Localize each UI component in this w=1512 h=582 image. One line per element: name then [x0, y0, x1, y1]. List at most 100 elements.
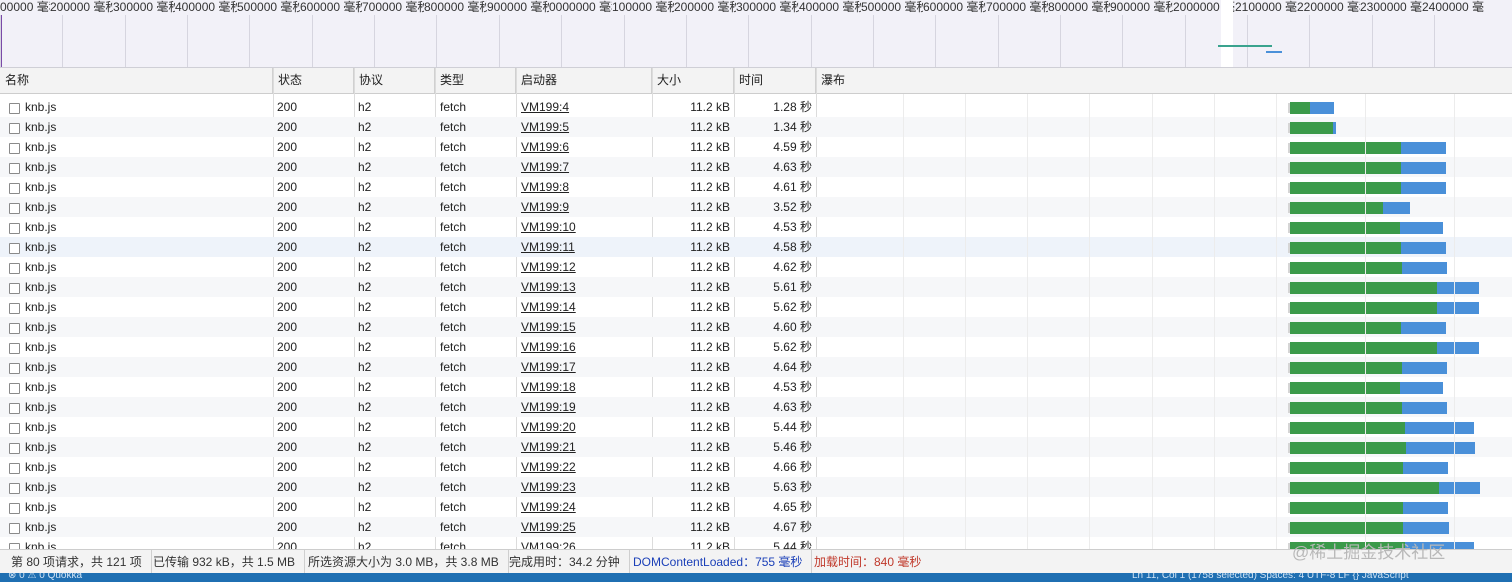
waterfall-waiting-bar[interactable]: [1290, 402, 1402, 414]
waterfall-waiting-bar[interactable]: [1290, 302, 1437, 314]
request-name[interactable]: knb.js: [25, 277, 56, 297]
waterfall-download-bar[interactable]: [1401, 162, 1446, 174]
request-name[interactable]: knb.js: [25, 117, 56, 137]
waterfall-waiting-bar[interactable]: [1290, 442, 1406, 454]
waterfall-waiting-bar[interactable]: [1290, 362, 1402, 374]
waterfall-waiting-bar[interactable]: [1290, 182, 1401, 194]
request-name[interactable]: knb.js: [25, 197, 56, 217]
request-name[interactable]: knb.js: [25, 497, 56, 517]
waterfall-download-bar[interactable]: [1400, 222, 1443, 234]
request-row[interactable]: knb.js 200 h2 fetch VM199:24 11.2 kB 4.65 秒: [0, 497, 1512, 517]
waterfall-download-bar[interactable]: [1401, 242, 1446, 254]
request-checkbox[interactable]: [9, 263, 20, 274]
waterfall-waiting-bar[interactable]: [1290, 422, 1405, 434]
request-row[interactable]: knb.js 200 h2 fetch VM199:26 11.2 kB 5.44 秒: [0, 537, 1512, 549]
waterfall-download-bar[interactable]: [1403, 522, 1449, 534]
request-initiator-link[interactable]: VM199:6: [521, 137, 569, 157]
request-name[interactable]: knb.js: [25, 317, 56, 337]
request-row[interactable]: knb.js 200 h2 fetch VM199:21 11.2 kB 5.46 秒: [0, 437, 1512, 457]
request-initiator-link[interactable]: VM199:12: [521, 257, 576, 277]
waterfall-waiting-bar[interactable]: [1290, 102, 1310, 114]
request-row[interactable]: knb.js 200 h2 fetch VM199:19 11.2 kB 4.63 秒: [0, 397, 1512, 417]
waterfall-download-bar[interactable]: [1437, 302, 1479, 314]
request-checkbox[interactable]: [9, 123, 20, 134]
request-row[interactable]: knb.js 200 h2 fetch VM199:14 11.2 kB 5.62 秒: [0, 297, 1512, 317]
waterfall-download-bar[interactable]: [1402, 362, 1447, 374]
column-header-status[interactable]: 状态: [273, 68, 354, 93]
request-name[interactable]: knb.js: [25, 517, 56, 537]
column-header-time[interactable]: 时间: [734, 68, 816, 93]
column-header-size[interactable]: 大小: [652, 68, 734, 93]
request-name[interactable]: knb.js: [25, 377, 56, 397]
request-name[interactable]: knb.js: [25, 417, 56, 437]
request-initiator-link[interactable]: VM199:22: [521, 457, 576, 477]
request-row[interactable]: knb.js 200 h2 fetch VM199:6 11.2 kB 4.59 秒: [0, 137, 1512, 157]
request-checkbox[interactable]: [9, 103, 20, 114]
request-checkbox[interactable]: [9, 463, 20, 474]
request-checkbox[interactable]: [9, 203, 20, 214]
request-initiator-link[interactable]: VM199:15: [521, 317, 576, 337]
editor-cursor-status[interactable]: Ln 11, Col 1 (1758 selected) Spaces: 4 U…: [1132, 573, 1409, 581]
waterfall-download-bar[interactable]: [1401, 182, 1446, 194]
request-initiator-link[interactable]: VM199:19: [521, 397, 576, 417]
request-initiator-link[interactable]: VM199:10: [521, 217, 576, 237]
request-row[interactable]: knb.js 200 h2 fetch VM199:7 11.2 kB 4.63 秒: [0, 157, 1512, 177]
request-initiator-link[interactable]: VM199:9: [521, 197, 569, 217]
request-checkbox[interactable]: [9, 283, 20, 294]
request-name[interactable]: knb.js: [25, 297, 56, 317]
waterfall-download-bar[interactable]: [1403, 462, 1448, 474]
column-header-protocol[interactable]: 协议: [354, 68, 435, 93]
request-row[interactable]: knb.js 200 h2 fetch VM199:13 11.2 kB 5.61 秒: [0, 277, 1512, 297]
column-header-initiator[interactable]: 启动器: [516, 68, 652, 93]
request-initiator-link[interactable]: VM199:5: [521, 117, 569, 137]
waterfall-download-bar[interactable]: [1437, 282, 1479, 294]
request-initiator-link[interactable]: VM199:25: [521, 517, 576, 537]
waterfall-download-bar[interactable]: [1401, 322, 1446, 334]
waterfall-waiting-bar[interactable]: [1290, 502, 1403, 514]
request-checkbox[interactable]: [9, 223, 20, 234]
waterfall-download-bar[interactable]: [1406, 442, 1475, 454]
request-name[interactable]: knb.js: [25, 177, 56, 197]
request-row[interactable]: knb.js 200 h2 fetch VM199:12 11.2 kB 4.62 秒: [0, 257, 1512, 277]
request-checkbox[interactable]: [9, 503, 20, 514]
request-name[interactable]: knb.js: [25, 257, 56, 277]
column-header-waterfall[interactable]: 瀑布: [816, 68, 1512, 93]
waterfall-waiting-bar[interactable]: [1290, 242, 1401, 254]
request-row[interactable]: knb.js 200 h2 fetch VM199:10 11.2 kB 4.53 秒: [0, 217, 1512, 237]
request-initiator-link[interactable]: VM199:8: [521, 177, 569, 197]
waterfall-waiting-bar[interactable]: [1290, 262, 1402, 274]
request-name[interactable]: knb.js: [25, 337, 56, 357]
request-row[interactable]: knb.js 200 h2 fetch VM199:20 11.2 kB 5.44 秒: [0, 417, 1512, 437]
request-row[interactable]: knb.js 200 h2 fetch VM199:25 11.2 kB 4.67 秒: [0, 517, 1512, 537]
request-initiator-link[interactable]: VM199:13: [521, 277, 576, 297]
request-initiator-link[interactable]: VM199:20: [521, 417, 576, 437]
request-checkbox[interactable]: [9, 143, 20, 154]
waterfall-download-bar[interactable]: [1400, 382, 1443, 394]
waterfall-waiting-bar[interactable]: [1290, 462, 1403, 474]
waterfall-download-bar[interactable]: [1403, 502, 1448, 514]
request-row[interactable]: knb.js 200 h2 fetch VM199:17 11.2 kB 4.64 秒: [0, 357, 1512, 377]
waterfall-waiting-bar[interactable]: [1290, 322, 1401, 334]
request-name[interactable]: knb.js: [25, 137, 56, 157]
request-checkbox[interactable]: [9, 443, 20, 454]
request-name[interactable]: knb.js: [25, 537, 56, 549]
request-name[interactable]: knb.js: [25, 477, 56, 497]
request-checkbox[interactable]: [9, 183, 20, 194]
request-checkbox[interactable]: [9, 423, 20, 434]
waterfall-download-bar[interactable]: [1437, 342, 1479, 354]
request-name[interactable]: knb.js: [25, 357, 56, 377]
request-name[interactable]: knb.js: [25, 437, 56, 457]
waterfall-waiting-bar[interactable]: [1290, 202, 1383, 214]
request-checkbox[interactable]: [9, 303, 20, 314]
request-name[interactable]: knb.js: [25, 397, 56, 417]
request-checkbox[interactable]: [9, 343, 20, 354]
request-list[interactable]: knb.js 200 h2 fetch VM199:4 11.2 kB 1.28 秒 knb.…: [0, 94, 1512, 549]
waterfall-download-bar[interactable]: [1402, 402, 1447, 414]
request-row[interactable]: knb.js 200 h2 fetch VM199:5 11.2 kB 1.34 秒: [0, 117, 1512, 137]
waterfall-download-bar[interactable]: [1405, 422, 1474, 434]
request-name[interactable]: knb.js: [25, 457, 56, 477]
request-initiator-link[interactable]: VM199:17: [521, 357, 576, 377]
request-name[interactable]: knb.js: [25, 237, 56, 257]
request-initiator-link[interactable]: VM199:7: [521, 157, 569, 177]
request-initiator-link[interactable]: VM199:26: [521, 537, 576, 549]
